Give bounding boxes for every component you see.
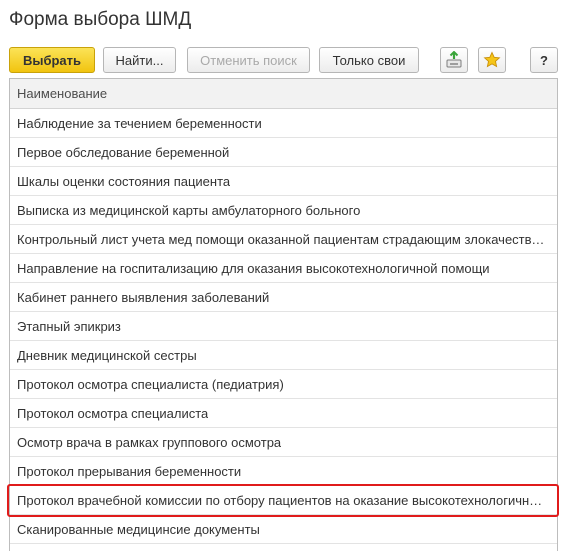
- column-header-name[interactable]: Наименование: [10, 79, 557, 109]
- table-row[interactable]: Выписка из медицинской карты амбулаторно…: [10, 196, 557, 225]
- table-row-label: Протокол врачебной комиссии по отбору па…: [17, 492, 547, 508]
- table-row-label: Протокол осмотра специалиста (педиатрия): [17, 376, 284, 392]
- table-row-label: Направление на госпитализацию для оказан…: [17, 260, 490, 276]
- export-button[interactable]: [440, 47, 468, 73]
- save-to-disk-icon: [445, 51, 463, 69]
- table-row[interactable]: Протокол осмотра специалиста: [10, 399, 557, 428]
- form-title: Форма выбора ШМД: [9, 9, 192, 30]
- table-row[interactable]: Шкалы оценки состояния пациента: [10, 167, 557, 196]
- table-row-label: Протокол осмотра специалиста: [17, 405, 209, 421]
- table-row[interactable]: Кабинет раннего выявления заболеваний: [10, 283, 557, 312]
- table-row-label: Шкалы оценки состояния пациента: [17, 173, 231, 189]
- shmd-selection-form: Форма выбора ШМД Выбрать Найти... Отмени…: [0, 0, 569, 551]
- table-row-label: Этапный эпикриз: [17, 318, 121, 334]
- table-row-label: Сканированные медицинсие документы: [17, 521, 260, 537]
- table-row-label: Выписка из медицинской карты амбулаторно…: [17, 202, 361, 218]
- favorite-button[interactable]: [478, 47, 506, 73]
- help-button[interactable]: ?: [530, 47, 558, 73]
- table-row[interactable]: Наблюдение за течением беременности: [10, 109, 557, 138]
- table-row[interactable]: Дневник медицинской сестры: [10, 341, 557, 370]
- table-row[interactable]: Протокол прерывания беременности: [10, 457, 557, 486]
- table-row-label: Первое обследование беременной: [17, 144, 230, 160]
- table-row-label: Наблюдение за течением беременности: [17, 115, 262, 131]
- select-button[interactable]: Выбрать: [9, 47, 95, 73]
- find-button[interactable]: Найти...: [103, 47, 176, 73]
- table-row[interactable]: Протокол врачебной комиссии по отбору па…: [10, 486, 557, 515]
- table-row[interactable]: Первое обследование беременной: [10, 138, 557, 167]
- table-row[interactable]: Протокол осмотра специалиста (педиатрия): [10, 370, 557, 399]
- table-row-label: Осмотр врача в рамках группового осмотра: [17, 434, 282, 450]
- star-icon: [483, 51, 501, 69]
- cancel-search-button[interactable]: Отменить поиск: [187, 47, 310, 73]
- table-row[interactable]: Направление на госпитализацию для оказан…: [10, 254, 557, 283]
- document-templates-table: Наименование Наблюдение за течением бере…: [9, 78, 558, 551]
- table-row[interactable]: Сканированные медицинсие документы: [10, 515, 557, 544]
- table-row[interactable]: Этапный эпикриз: [10, 312, 557, 341]
- table-row-label: Протокол прерывания беременности: [17, 463, 242, 479]
- table-row[interactable]: Осмотр врача в рамках группового осмотра: [10, 428, 557, 457]
- table-row-label: Дневник медицинской сестры: [17, 347, 197, 363]
- table-body: Наблюдение за течением беременности Перво…: [10, 109, 557, 544]
- table-row-label: Контрольный лист учета мед помощи оказан…: [17, 231, 547, 247]
- table-row-label: Кабинет раннего выявления заболеваний: [17, 289, 270, 305]
- only-mine-button[interactable]: Только свои: [319, 47, 419, 73]
- table-row[interactable]: Контрольный лист учета мед помощи оказан…: [10, 225, 557, 254]
